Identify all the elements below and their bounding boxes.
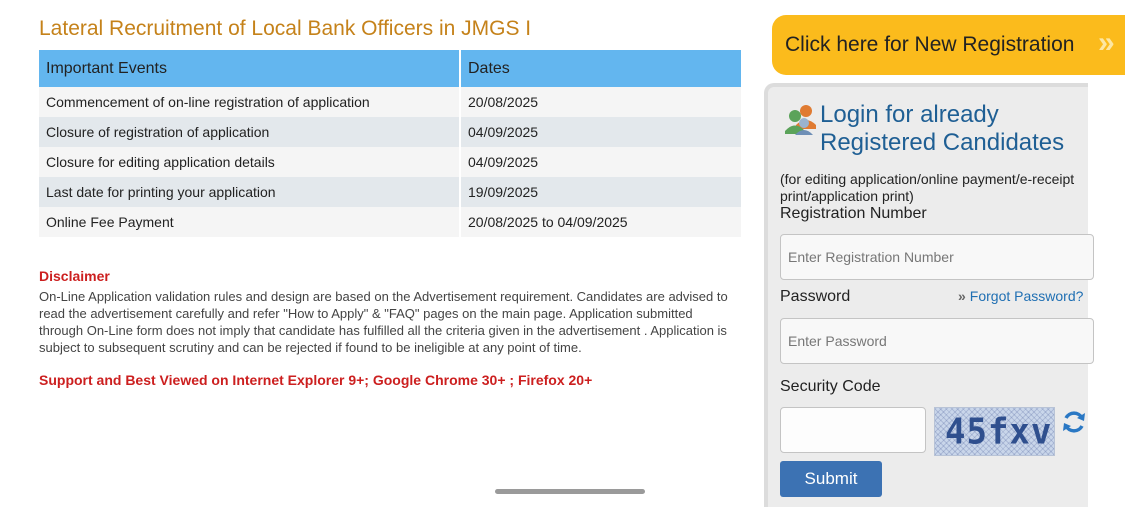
event-cell: Commencement of on-line registration of …: [39, 87, 461, 117]
table-row: Closure for editing application details …: [39, 147, 741, 177]
disclaimer-title: Disclaimer: [39, 268, 110, 284]
table-row: Last date for printing your application …: [39, 177, 741, 207]
users-group-icon: [785, 105, 816, 135]
home-indicator-bar: [495, 489, 645, 494]
captcha-image: 45fxv: [934, 407, 1055, 456]
new-registration-label: Click here for New Registration: [785, 33, 1075, 56]
password-input[interactable]: [780, 318, 1094, 364]
new-registration-button[interactable]: Click here for New Registration »: [772, 15, 1125, 75]
event-cell: Online Fee Payment: [39, 207, 461, 237]
security-code-label: Security Code: [780, 378, 881, 395]
registration-number-label: Registration Number: [780, 205, 927, 222]
important-events-table: Important Events Dates Commencement of o…: [39, 50, 741, 237]
table-header-row: Important Events Dates: [39, 50, 741, 87]
registration-number-input[interactable]: [780, 234, 1094, 280]
header-important-events: Important Events: [39, 50, 461, 87]
event-cell: Closure for editing application details: [39, 147, 461, 177]
login-note: (for editing application/online payment/…: [780, 171, 1075, 204]
forgot-password-label: Forgot Password?: [969, 288, 1084, 304]
date-cell: 19/09/2025: [460, 177, 741, 207]
date-cell: 04/09/2025: [460, 117, 741, 147]
login-heading: Login for already Registered Candidates: [820, 101, 1065, 156]
event-cell: Closure of registration of application: [39, 117, 461, 147]
forgot-password-link[interactable]: » Forgot Password?: [958, 288, 1083, 304]
refresh-icon[interactable]: [1061, 409, 1087, 435]
submit-button[interactable]: Submit: [780, 461, 882, 497]
captcha-text: 45fxv: [945, 411, 1053, 453]
password-label: Password: [780, 288, 851, 305]
security-code-input[interactable]: [780, 407, 926, 453]
date-cell: 04/09/2025: [460, 147, 741, 177]
table-row: Online Fee Payment 20/08/2025 to 04/09/2…: [39, 207, 741, 237]
login-panel: Login for already Registered Candidates …: [764, 83, 1094, 507]
browser-support-notice: Support and Best Viewed on Internet Expl…: [39, 372, 593, 388]
page-title: Lateral Recruitment of Local Bank Office…: [39, 17, 532, 40]
date-cell: 20/08/2025 to 04/09/2025: [460, 207, 741, 237]
disclaimer-text: On-Line Application validation rules and…: [39, 289, 728, 355]
table-row: Closure of registration of application 0…: [39, 117, 741, 147]
table-row: Commencement of on-line registration of …: [39, 87, 741, 117]
event-cell: Last date for printing your application: [39, 177, 461, 207]
double-chevron-right-icon: »: [958, 288, 966, 304]
date-cell: 20/08/2025: [460, 87, 741, 117]
double-chevron-right-icon: »: [1098, 26, 1115, 59]
header-dates: Dates: [460, 50, 741, 87]
